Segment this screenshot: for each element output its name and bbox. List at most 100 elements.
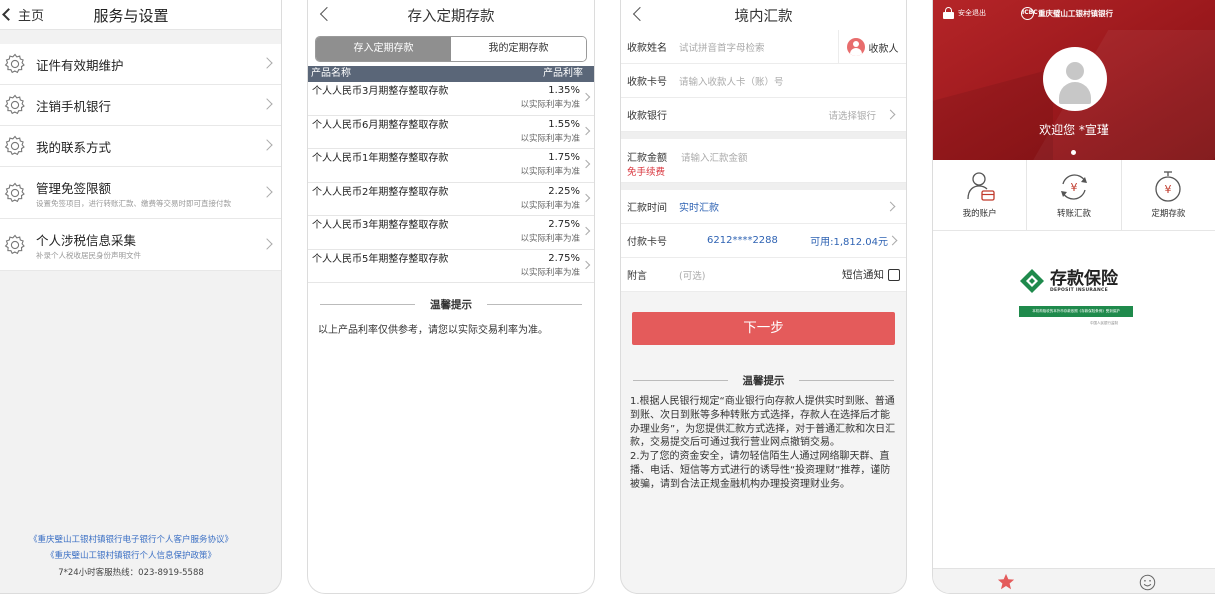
tab-my-deposits[interactable]: 我的定期存款: [451, 37, 586, 61]
chevron-right-icon: [261, 185, 273, 198]
sms-label: 短信通知: [842, 269, 884, 281]
field-label: 收款姓名: [627, 43, 667, 54]
product-rate: 2.75%: [548, 252, 580, 264]
item-sub: 补录个人税收居民身份声明文件: [36, 250, 141, 260]
list-item-contact[interactable]: 我的联系方式: [0, 126, 281, 167]
menu-item-transfer[interactable]: ¥ 转账汇款: [1027, 160, 1122, 230]
amount-row[interactable]: 汇款金额 免手续费 请输入汇款金额: [621, 139, 906, 183]
header-bar: 主页 服务与设置: [0, 0, 281, 30]
list-item-quota[interactable]: 管理免签限额 设置免签项目，进行转账汇款、缴费等交易时即可直接付款: [0, 167, 281, 219]
fee-badge: 免手续费: [627, 167, 666, 178]
smile-icon[interactable]: [1139, 574, 1156, 591]
item-label: 注销手机银行: [36, 98, 112, 114]
settings-screen: 主页 服务与设置 证件有效期维护 注销手机银行 我的联系方式 管理免签限额 设置…: [0, 0, 282, 594]
item-sub: 设置免签项目，进行转账汇款、缴费等交易时即可直接付款: [36, 198, 231, 208]
chevron-right-icon: [581, 126, 591, 135]
payee-button-label: 收款人: [868, 43, 899, 55]
menu-item-my-account[interactable]: 我的账户: [933, 160, 1028, 230]
menu-item-fixed-deposit[interactable]: ¥ 定期存款: [1122, 160, 1215, 230]
quick-menu: 我的账户 ¥ 转账汇款 ¥ 定期存款: [933, 160, 1215, 231]
payee-name-input[interactable]: 试试拼音首字母检索: [679, 40, 765, 54]
avatar-icon: [1066, 62, 1084, 80]
memo-row[interactable]: 附言 (可选) 短信通知: [621, 258, 906, 292]
deposit-insurance-title: 存款保险: [1050, 268, 1118, 289]
product-name: 个人人民币2年期整存整取存款: [312, 186, 449, 198]
pay-card-row[interactable]: 付款卡号 6212****2288 可用:1,812.04元: [621, 224, 906, 258]
page-title: 存入定期存款: [407, 9, 495, 25]
service-agreement-link[interactable]: 《重庆璧山工银村镇银行电子银行个人客户服务协议》: [0, 532, 281, 548]
list-item-cancel-mobile-bank[interactable]: 注销手机银行: [0, 85, 281, 126]
gear-icon: [4, 94, 25, 115]
rate-note: 以实际利率为准: [520, 100, 580, 110]
table-row[interactable]: 个人人民币6月期整存整取存款 1.55% 以实际利率为准: [308, 116, 594, 149]
card-number-input[interactable]: 请输入收款人卡（账）号: [679, 74, 784, 88]
list-item-tax-info[interactable]: 个人涉税信息采集 补录个人税收居民身份声明文件: [0, 219, 281, 271]
rate-note: 以实际利率为准: [520, 167, 580, 177]
logout-button[interactable]: 安全退出: [943, 7, 986, 19]
chevron-right-icon: [581, 226, 591, 236]
amount-input[interactable]: 请输入汇款金额: [681, 150, 748, 164]
tip-heading: 温馨提示: [308, 295, 594, 315]
item-label: 我的联系方式: [36, 139, 112, 155]
star-icon[interactable]: [997, 573, 1015, 591]
logout-label: 安全退出: [958, 9, 986, 17]
table-row[interactable]: 个人人民币1年期整存整取存款 1.75% 以实际利率为准: [308, 149, 594, 183]
deposit-icon: ¥: [1155, 171, 1181, 202]
field-label: 附言: [627, 271, 647, 282]
field-label: 付款卡号: [627, 237, 667, 248]
profile-banner: 安全退出 ICBC 重庆璧山工银村镇银行 欢迎您 *宣瑾: [933, 0, 1215, 160]
home-screen: 安全退出 ICBC 重庆璧山工银村镇银行 欢迎您 *宣瑾 我的账户 ¥ 转账汇款…: [932, 0, 1215, 594]
field-label: 收款银行: [627, 111, 667, 122]
privacy-policy-link[interactable]: 《重庆璧山工银村镇银行个人信息保护政策》: [0, 548, 281, 564]
chevron-right-icon: [261, 98, 273, 110]
gear-icon: [4, 234, 25, 254]
chevron-right-icon: [581, 193, 591, 202]
bank-select[interactable]: 请选择银行: [828, 108, 876, 122]
insurance-note: 中国人民银行监制: [1090, 321, 1118, 325]
person-icon: [846, 38, 865, 56]
menu-label: 我的账户: [962, 209, 997, 219]
chevron-right-icon: [261, 57, 273, 69]
menu-label: 转账汇款: [1056, 209, 1091, 219]
table-row[interactable]: 个人人民币5年期整存整取存款 2.75% 以实际利率为准: [308, 250, 594, 283]
payee-name-row[interactable]: 收款姓名 试试拼音首字母检索 收款人: [621, 30, 906, 64]
tab-bar: 存入定期存款 我的定期存款: [315, 36, 587, 62]
bank-select-row[interactable]: 收款银行 请选择银行: [621, 98, 906, 132]
chevron-right-icon: [261, 237, 273, 250]
card-number-row[interactable]: 收款卡号 请输入收款人卡（账）号: [621, 64, 906, 98]
page-title: 服务与设置: [93, 7, 169, 25]
product-rate: 1.55%: [548, 118, 580, 130]
table-row[interactable]: 个人人民币2年期整存整取存款 2.25% 以实际利率为准: [308, 183, 594, 216]
table-row[interactable]: 个人人民币3月期整存整取存款 1.35% 以实际利率为准: [308, 82, 594, 116]
product-name: 个人人民币6月期整存整取存款: [312, 119, 449, 131]
product-table: 个人人民币3月期整存整取存款 1.35% 以实际利率为准 个人人民币6月期整存整…: [308, 82, 594, 283]
transfer-time-row[interactable]: 汇款时间 实时汇款: [621, 190, 906, 224]
list-item-id-validity[interactable]: 证件有效期维护: [0, 44, 281, 85]
welcome-text: 欢迎您 *宣瑾: [1039, 123, 1109, 137]
pay-card-value: 6212****2288: [707, 235, 778, 246]
domestic-transfer-screen: 境内汇款 收款姓名 试试拼音首字母检索 收款人 收款卡号 请输入收款人卡（账）号…: [620, 0, 907, 594]
product-rate: 1.35%: [548, 85, 580, 96]
account-icon: [967, 172, 995, 201]
tip-heading: 温馨提示: [621, 371, 906, 391]
product-name: 个人人民币1年期整存整取存款: [312, 153, 449, 164]
memo-input[interactable]: (可选): [679, 268, 705, 282]
hotline-text: 7*24小时客服热线：023-8919-5588: [58, 568, 204, 578]
deposit-insurance-icon: [1020, 269, 1044, 293]
header-bar: 存入定期存款: [308, 0, 594, 30]
tab-deposit[interactable]: 存入定期存款: [316, 37, 451, 61]
transfer-time-value: 实时汇款: [679, 203, 719, 214]
table-row[interactable]: 个人人民币3年期整存整取存款 2.75% 以实际利率为准: [308, 216, 594, 250]
avatar[interactable]: [1043, 47, 1107, 111]
tip-text: 1.根据人民银行规定“商业银行向存款人提供实时到账、普通到账、次日到账等多种转账…: [630, 396, 896, 490]
sms-checkbox[interactable]: [888, 269, 900, 281]
next-button[interactable]: 下一步: [632, 312, 895, 345]
rate-note: 以实际利率为准: [520, 234, 580, 244]
menu-label: 定期存款: [1151, 209, 1186, 219]
insurance-banner: 本机构吸收的本外币存款依照《存款保险条例》受到保护: [1019, 306, 1133, 317]
product-name: 个人人民币5年期整存整取存款: [312, 253, 449, 265]
payee-button[interactable]: 收款人: [838, 30, 906, 64]
col-name-header: 产品名称: [311, 68, 351, 79]
rate-note: 以实际利率为准: [520, 200, 580, 211]
gear-icon: [4, 135, 25, 156]
